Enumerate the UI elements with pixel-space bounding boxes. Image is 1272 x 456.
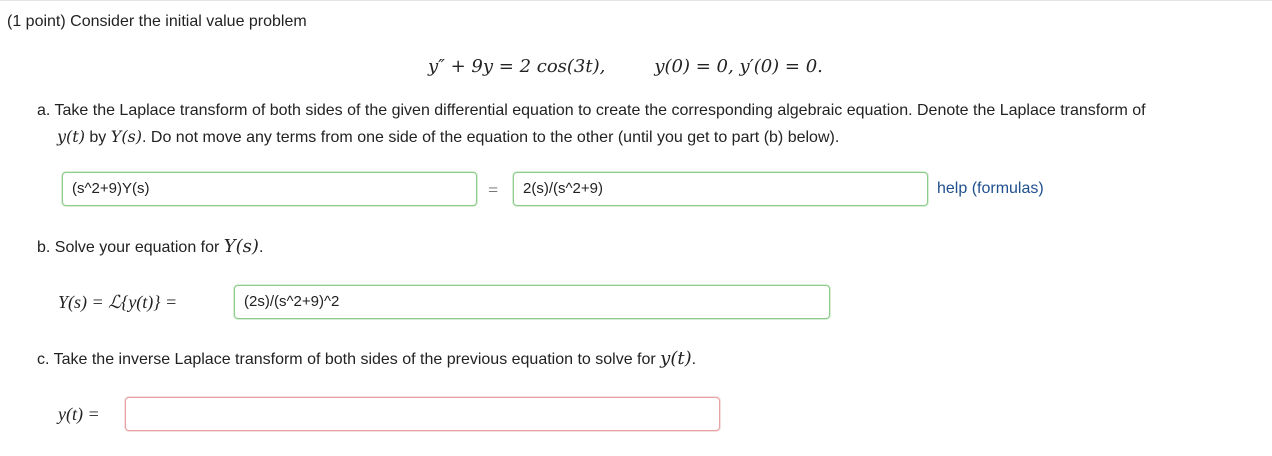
part-b-period: . bbox=[258, 239, 264, 256]
yt-symbol: y(t) bbox=[57, 127, 85, 146]
initial-conditions: y(0) = 0, y′(0) = 0. bbox=[654, 56, 823, 77]
part-b-instructions: b. Solve your equation for Y(s). bbox=[37, 236, 263, 257]
part-c-period: . bbox=[691, 351, 697, 368]
laplace-lhs-input[interactable]: (s^2+9)Y(s) bbox=[62, 172, 477, 206]
display-equation: y″ + 9y = 2 cos(3t), y(0) = 0, y′(0) = 0… bbox=[428, 56, 823, 77]
Ys-label: Y(s) = ℒ{y(t)} = bbox=[58, 292, 178, 312]
Ys-symbol: Y(s) bbox=[110, 127, 143, 146]
part-c-instructions: c. Take the inverse Laplace transform of… bbox=[37, 348, 696, 369]
help-formulas-link[interactable]: help (formulas) bbox=[937, 180, 1044, 198]
yt-input[interactable] bbox=[125, 397, 720, 431]
yt-label: y(t) = bbox=[58, 404, 100, 424]
part-a-line-2: y(t) by Y(s). Do not move any terms from… bbox=[37, 124, 1262, 151]
top-divider bbox=[0, 0, 1272, 1]
differential-equation: y″ + 9y = 2 cos(3t), bbox=[428, 56, 606, 77]
Ys-input[interactable]: (2s)/(s^2+9)^2 bbox=[234, 285, 830, 319]
part-c-text: c. Take the inverse Laplace transform of… bbox=[37, 351, 661, 368]
problem-intro: (1 point) Consider the initial value pro… bbox=[7, 13, 307, 30]
part-a-line-1: a. Take the Laplace transform of both si… bbox=[37, 102, 1146, 119]
Ys-symbol-b: Y(s) bbox=[223, 236, 259, 257]
part-b-text: b. Solve your equation for bbox=[37, 239, 224, 256]
equals-sign: = bbox=[488, 180, 499, 200]
part-a-instructions: a. Take the Laplace transform of both si… bbox=[37, 98, 1262, 151]
yt-symbol-c: y(t) bbox=[660, 348, 692, 369]
laplace-rhs-input[interactable]: 2(s)/(s^2+9) bbox=[513, 172, 928, 206]
by-text: by bbox=[84, 129, 111, 146]
part-a-line-2-text: . Do not move any terms from one side of… bbox=[142, 129, 840, 146]
